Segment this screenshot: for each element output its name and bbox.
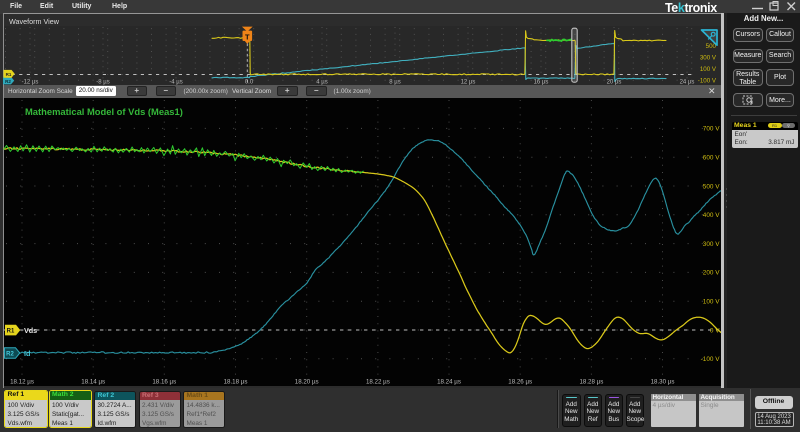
svg-text:18.14 µs: 18.14 µs [81, 379, 105, 386]
svg-text:R2: R2 [6, 352, 14, 358]
svg-text:700 V: 700 V [703, 126, 720, 133]
svg-text:0 V: 0 V [710, 327, 720, 334]
svg-text:18.20 µs: 18.20 µs [295, 379, 319, 386]
svg-text:100 V: 100 V [703, 299, 720, 306]
svg-text:300 V: 300 V [703, 241, 720, 248]
svg-text:Vds: Vds [24, 326, 37, 335]
svg-text:500 V: 500 V [703, 183, 720, 190]
svg-text:Id: Id [24, 349, 30, 358]
svg-text:200 V: 200 V [703, 270, 720, 277]
svg-text:18.12 µs: 18.12 µs [10, 379, 34, 386]
svg-text:-100 V: -100 V [701, 356, 721, 363]
svg-text:18.24 µs: 18.24 µs [437, 379, 461, 386]
svg-text:600 V: 600 V [703, 155, 720, 162]
svg-text:Mathematical Model of Vds (Mea: Mathematical Model of Vds (Meas1) [25, 106, 183, 117]
svg-text:18.22 µs: 18.22 µs [366, 379, 390, 386]
svg-text:18.26 µs: 18.26 µs [508, 379, 532, 386]
svg-text:18.28 µs: 18.28 µs [579, 379, 603, 386]
svg-text:R1: R1 [7, 329, 15, 335]
svg-text:400 V: 400 V [703, 212, 720, 219]
svg-text:18.16 µs: 18.16 µs [152, 379, 176, 386]
svg-text:18.18 µs: 18.18 µs [224, 379, 248, 386]
svg-text:18.30 µs: 18.30 µs [651, 379, 675, 386]
